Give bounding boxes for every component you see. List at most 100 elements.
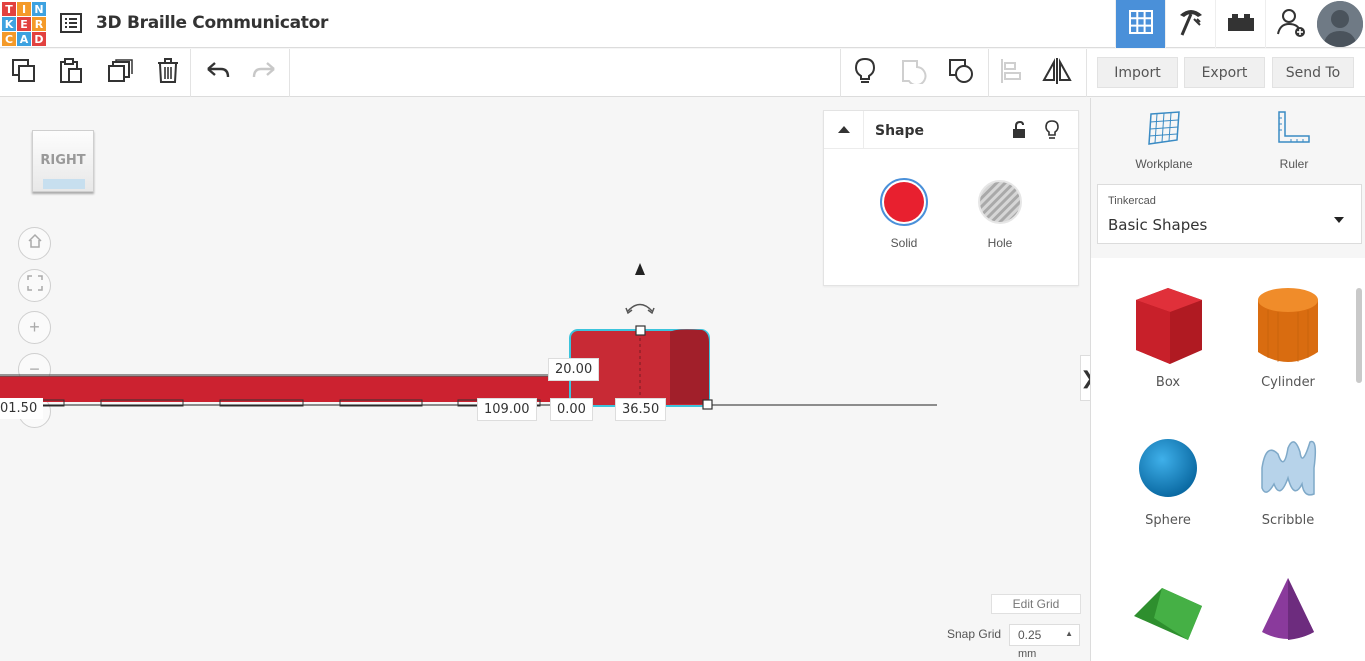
shape-cylinder[interactable]: Cylinder <box>1233 280 1343 390</box>
solid-option[interactable]: Solid <box>879 177 929 250</box>
send-to-button[interactable]: Send To <box>1272 57 1354 88</box>
group-shape-icon <box>900 58 928 89</box>
dropdown-caret-icon <box>1333 211 1345 229</box>
workplane-icon <box>1145 111 1183 150</box>
ruler-label: Ruler <box>1279 157 1309 171</box>
align-icon <box>999 58 1023 89</box>
offset-dimension[interactable]: 109.00 <box>477 398 537 421</box>
delete-button[interactable] <box>154 57 182 89</box>
solid-label: Solid <box>890 236 918 250</box>
shape-cylinder-label: Cylinder <box>1261 375 1315 390</box>
shape-scribble[interactable]: Scribble <box>1233 428 1343 528</box>
logo-letter: C <box>2 32 16 46</box>
trash-icon <box>156 57 180 89</box>
add-user-icon <box>1276 7 1306 42</box>
workplane-canvas[interactable]: RIGHT + − 20.00 01.50 109.00 0.00 36.50 … <box>0 98 1090 661</box>
roof-icon <box>1134 588 1202 640</box>
logo-letter: I <box>17 2 31 16</box>
logo-letter: R <box>32 17 46 31</box>
inspector-title: Shape <box>875 123 925 139</box>
logo-letter: T <box>2 2 16 16</box>
corner-handle[interactable] <box>702 399 713 410</box>
ruler-tool[interactable]: Ruler <box>1254 110 1334 171</box>
duplicate-icon <box>107 58 133 89</box>
hole-label: Hole <box>987 236 1013 250</box>
height-dimension[interactable]: 20.00 <box>548 358 600 381</box>
snap-grid-value: 0.25 <box>1018 628 1042 642</box>
cone-icon <box>1262 578 1314 640</box>
workplane-tool[interactable]: Workplane <box>1124 110 1204 171</box>
snap-grid-select[interactable]: 0.25 ▲ <box>1009 624 1080 646</box>
copy-button[interactable] <box>10 58 38 89</box>
lock-icon[interactable] <box>1011 120 1027 144</box>
edit-grid-button[interactable]: Edit Grid <box>991 594 1081 614</box>
paste-button[interactable] <box>57 57 85 89</box>
undo-icon <box>205 61 231 86</box>
logo-letter: E <box>17 17 31 31</box>
library-name: Basic Shapes <box>1108 216 1208 234</box>
logo-letter: K <box>2 17 16 31</box>
user-avatar[interactable] <box>1317 1 1363 47</box>
ungroup-shape-icon <box>948 58 976 89</box>
sphere-icon <box>1139 439 1197 497</box>
design-title[interactable]: 3D Braille Communicator <box>96 13 328 33</box>
left-dimension[interactable]: 01.50 <box>0 398 44 419</box>
blocks-view-button[interactable] <box>1165 0 1215 48</box>
snap-grid-unit: mm <box>1018 648 1037 660</box>
height-handle[interactable] <box>635 325 646 336</box>
shape-scribble-label: Scribble <box>1261 513 1315 528</box>
copy-icon <box>11 58 37 89</box>
elevation-dimension[interactable]: 0.00 <box>550 398 593 421</box>
bricks-view-button[interactable] <box>1215 0 1265 48</box>
hole-option[interactable]: Hole <box>975 177 1025 250</box>
edit-toolbar: Import Export Send To <box>0 49 1365 97</box>
cylinder-icon <box>1258 288 1318 362</box>
shape-inspector: Shape Solid Hole <box>823 110 1079 286</box>
export-button[interactable]: Export <box>1184 57 1265 88</box>
solid-color-swatch <box>884 182 924 222</box>
tinkercad-logo[interactable]: TIN KER CAD <box>2 2 46 46</box>
align-button[interactable] <box>997 58 1025 89</box>
shape-roof[interactable] <box>1113 566 1223 651</box>
mirror-icon <box>1042 57 1072 90</box>
lightbulb-icon <box>853 57 877 90</box>
import-button[interactable]: Import <box>1097 57 1178 88</box>
design-list-icon[interactable] <box>60 13 82 33</box>
toggle-notes-button[interactable] <box>851 57 879 90</box>
duplicate-button[interactable] <box>106 58 134 89</box>
brick-icon <box>1227 12 1255 37</box>
redo-button[interactable] <box>250 59 278 87</box>
shape-library-select[interactable]: Tinkercad Basic Shapes <box>1097 184 1362 244</box>
undo-button[interactable] <box>204 59 232 87</box>
box-icon <box>1136 288 1202 364</box>
shape-box-label: Box <box>1155 375 1181 390</box>
shape-cone[interactable] <box>1233 566 1343 651</box>
invite-button[interactable] <box>1265 0 1315 48</box>
snap-grid-label: Snap Grid <box>947 627 1002 641</box>
redo-icon <box>251 61 277 86</box>
ruler-icon <box>1275 111 1313 150</box>
lift-arrow[interactable] <box>635 263 645 275</box>
ungroup-button[interactable] <box>948 58 976 89</box>
workplane-label: Workplane <box>1135 157 1193 171</box>
logo-letter: A <box>17 32 31 46</box>
collapse-inspector-button[interactable] <box>824 111 864 149</box>
shape-sphere-label: Sphere <box>1145 513 1191 528</box>
shapes-scrollbar[interactable] <box>1356 288 1362 383</box>
chevron-up-icon <box>837 121 851 139</box>
paste-icon <box>58 57 84 89</box>
caret-up-icon: ▲ <box>1065 629 1073 638</box>
scribble-icon <box>1261 440 1317 496</box>
3d-design-view-button[interactable] <box>1115 0 1165 48</box>
shape-sphere[interactable]: Sphere <box>1113 428 1223 528</box>
group-button[interactable] <box>900 59 928 87</box>
logo-letter: D <box>32 32 46 46</box>
mirror-button[interactable] <box>1042 57 1072 90</box>
top-bar: TIN KER CAD 3D Braille Communicator <box>0 0 1365 48</box>
visibility-bulb-icon[interactable] <box>1045 120 1059 145</box>
logo-letter: N <box>32 2 46 16</box>
width-dimension[interactable]: 36.50 <box>615 398 667 421</box>
shapes-grid: Box Cylinder Sphere Scribble <box>1091 258 1365 661</box>
shape-box[interactable]: Box <box>1113 280 1223 390</box>
pickaxe-icon <box>1176 7 1206 42</box>
